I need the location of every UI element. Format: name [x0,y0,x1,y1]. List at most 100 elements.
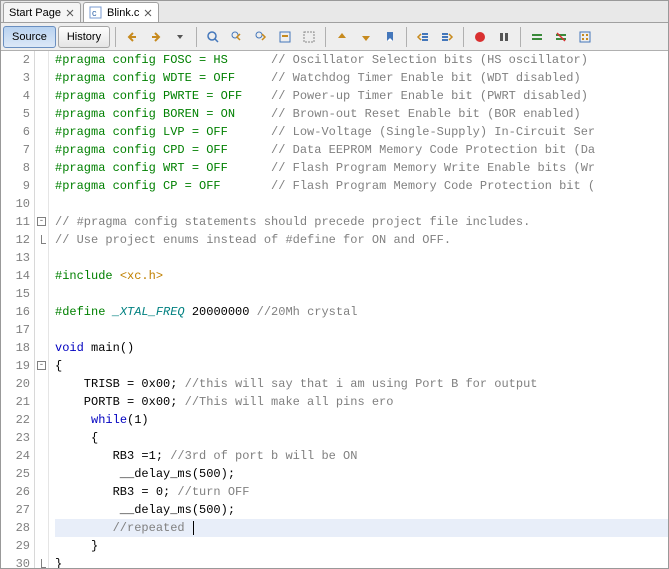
code-line[interactable]: } [55,537,668,555]
code-line[interactable]: { [55,357,668,375]
line-number: 18 [1,339,30,357]
fold-toggle-icon[interactable]: - [37,361,46,370]
code-line[interactable]: PORTB = 0x00; //This will make all pins … [55,393,668,411]
toggle-highlight-icon[interactable] [274,26,296,48]
uncomment-icon[interactable] [550,26,572,48]
source-view-button[interactable]: Source [3,26,56,48]
line-number: 5 [1,105,30,123]
code-area[interactable]: #pragma config FOSC = HS // Oscillator S… [49,51,668,568]
code-line[interactable]: #pragma config LVP = OFF // Low-Voltage … [55,123,668,141]
line-number: 12 [1,231,30,249]
code-line[interactable]: TRISB = 0x00; //this will say that i am … [55,375,668,393]
code-editor[interactable]: 2345678910111213141516171819202122232425… [1,51,668,568]
fold-column[interactable]: -- [35,51,49,568]
code-line[interactable]: // Use project enums instead of #define … [55,231,668,249]
line-number: 25 [1,465,30,483]
code-line[interactable]: //repeated [55,519,668,537]
tab-blink-c[interactable]: c Blink.c [83,2,159,22]
prev-bookmark-icon[interactable] [331,26,353,48]
code-line[interactable] [55,195,668,213]
line-number: 29 [1,537,30,555]
code-line[interactable] [55,249,668,267]
nav-dropdown-icon[interactable] [169,26,191,48]
file-tabs: Start Page c Blink.c [1,1,668,23]
code-line[interactable]: } [55,555,668,568]
comment-icon[interactable] [526,26,548,48]
shift-right-icon[interactable] [436,26,458,48]
code-line[interactable] [55,321,668,339]
line-number: 7 [1,141,30,159]
line-number: 15 [1,285,30,303]
code-line[interactable]: // #pragma config statements should prec… [55,213,668,231]
find-selection-icon[interactable] [202,26,224,48]
code-line[interactable]: #pragma config BOREN = ON // Brown-out R… [55,105,668,123]
toggle-rect-icon[interactable] [298,26,320,48]
code-line[interactable]: { [55,429,668,447]
code-line[interactable]: #pragma config CPD = OFF // Data EEPROM … [55,141,668,159]
line-number: 23 [1,429,30,447]
fold-toggle-icon[interactable]: - [37,217,46,226]
code-line[interactable]: #pragma config CP = OFF // Flash Program… [55,177,668,195]
code-line[interactable]: RB3 = 0; //turn OFF [55,483,668,501]
line-number: 2 [1,51,30,69]
separator [115,27,116,47]
code-line[interactable]: void main() [55,339,668,357]
c-file-icon: c [89,6,103,20]
line-number: 13 [1,249,30,267]
close-icon[interactable] [143,8,153,18]
separator [196,27,197,47]
settings-icon[interactable] [574,26,596,48]
macro-stop-icon[interactable] [493,26,515,48]
line-number: 26 [1,483,30,501]
code-line[interactable]: #pragma config WRT = OFF // Flash Progra… [55,159,668,177]
separator [406,27,407,47]
separator [325,27,326,47]
line-number: 11 [1,213,30,231]
macro-record-icon[interactable] [469,26,491,48]
line-number: 27 [1,501,30,519]
line-number: 10 [1,195,30,213]
code-line[interactable]: #define _XTAL_FREQ 20000000 //20Mh cryst… [55,303,668,321]
separator [463,27,464,47]
code-line[interactable]: #pragma config WDTE = OFF // Watchdog Ti… [55,69,668,87]
line-number: 21 [1,393,30,411]
find-prev-icon[interactable] [226,26,248,48]
line-number: 8 [1,159,30,177]
tab-label: Start Page [9,7,61,19]
editor-toolbar: Source History [1,23,668,51]
history-view-button[interactable]: History [58,26,110,48]
code-line[interactable]: #include <xc.h> [55,267,668,285]
tab-start-page[interactable]: Start Page [3,2,81,22]
nav-fwd-icon[interactable] [145,26,167,48]
close-icon[interactable] [65,8,75,18]
line-number-gutter: 2345678910111213141516171819202122232425… [1,51,35,568]
line-number: 28 [1,519,30,537]
text-cursor [193,521,194,535]
line-number: 4 [1,87,30,105]
shift-left-icon[interactable] [412,26,434,48]
line-number: 16 [1,303,30,321]
next-bookmark-icon[interactable] [355,26,377,48]
line-number: 19 [1,357,30,375]
tab-label: Blink.c [107,7,139,19]
line-number: 30 [1,555,30,568]
toggle-bookmark-icon[interactable] [379,26,401,48]
line-number: 24 [1,447,30,465]
code-line[interactable]: __delay_ms(500); [55,465,668,483]
code-line[interactable]: while(1) [55,411,668,429]
line-number: 22 [1,411,30,429]
line-number: 17 [1,321,30,339]
nav-back-icon[interactable] [121,26,143,48]
code-line[interactable]: RB3 =1; //3rd of port b will be ON [55,447,668,465]
line-number: 3 [1,69,30,87]
find-next-icon[interactable] [250,26,272,48]
code-line[interactable]: __delay_ms(500); [55,501,668,519]
code-line[interactable]: #pragma config PWRTE = OFF // Power-up T… [55,87,668,105]
line-number: 14 [1,267,30,285]
code-line[interactable] [55,285,668,303]
line-number: 6 [1,123,30,141]
line-number: 9 [1,177,30,195]
fold-end-marker [41,559,46,568]
code-line[interactable]: #pragma config FOSC = HS // Oscillator S… [55,51,668,69]
fold-end-marker [41,235,46,244]
